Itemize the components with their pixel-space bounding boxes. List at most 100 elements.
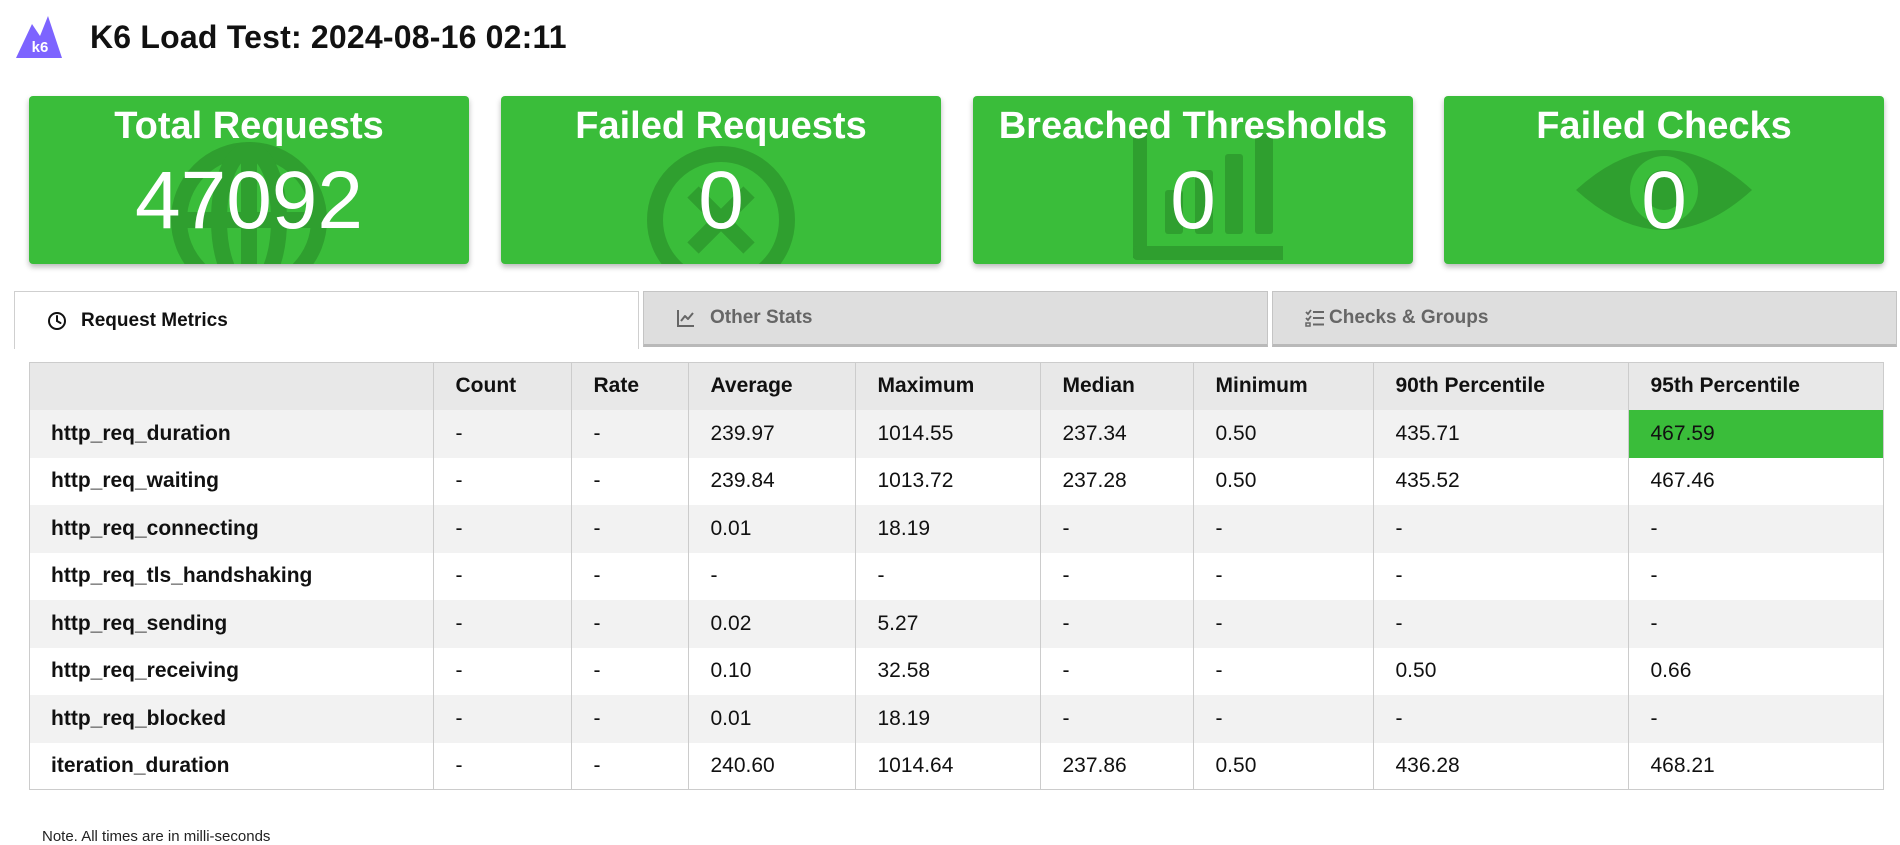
metric-name: http_req_blocked bbox=[29, 695, 434, 743]
metric-value: 0.50 bbox=[1193, 457, 1374, 505]
metric-value: 0.02 bbox=[688, 600, 856, 648]
metric-name: http_req_receiving bbox=[29, 647, 434, 695]
column-header-rate: Rate bbox=[571, 362, 689, 410]
metric-value: - bbox=[688, 552, 856, 600]
card-breached-thresholds: Breached Thresholds 0 bbox=[973, 96, 1413, 264]
metric-value: 240.60 bbox=[688, 742, 856, 790]
clock-icon bbox=[48, 311, 66, 330]
table-row: http_req_sending - -0.02 5.27- - - - bbox=[29, 600, 1884, 648]
metric-value: 468.21 bbox=[1628, 742, 1884, 790]
column-header-count: Count bbox=[433, 362, 572, 410]
tab-other-stats[interactable]: Other Stats bbox=[643, 291, 1268, 347]
line-chart-icon bbox=[677, 310, 694, 327]
metric-value: - bbox=[1040, 552, 1194, 600]
card-value: 47092 bbox=[134, 155, 364, 246]
card-value: 0 bbox=[698, 155, 744, 246]
metric-value: 0.50 bbox=[1193, 742, 1374, 790]
request-metrics-table: Count Rate Average Maximum Median Minimu… bbox=[29, 362, 1884, 790]
metric-name: http_req_tls_handshaking bbox=[29, 552, 434, 600]
metric-value: - bbox=[571, 410, 689, 458]
metric-value: 18.19 bbox=[855, 505, 1041, 553]
tab-request-metrics[interactable]: Request Metrics bbox=[14, 291, 639, 349]
metric-name: http_req_connecting bbox=[29, 505, 434, 553]
column-header-average: Average bbox=[688, 362, 856, 410]
metric-value: - bbox=[571, 457, 689, 505]
metric-value: - bbox=[433, 552, 572, 600]
metric-value: - bbox=[1193, 647, 1374, 695]
metric-value: - bbox=[1373, 695, 1629, 743]
metric-value: - bbox=[1628, 600, 1884, 648]
tab-bar: Request Metrics Other Stats Checks & Gro… bbox=[14, 291, 1897, 349]
metric-value: 435.71 bbox=[1373, 410, 1629, 458]
table-row: http_req_receiving - -0.10 32.58- -0.50 0.66 bbox=[29, 647, 1884, 695]
metric-value: - bbox=[433, 457, 572, 505]
metric-name: http_req_sending bbox=[29, 600, 434, 648]
metric-value: - bbox=[1628, 505, 1884, 553]
metric-value: - bbox=[571, 695, 689, 743]
metric-value: - bbox=[433, 647, 572, 695]
card-title: Breached Thresholds bbox=[998, 105, 1388, 147]
metric-value: 1014.64 bbox=[855, 742, 1041, 790]
page-header: k6 K6 Load Test: 2024-08-16 02:11 bbox=[14, 12, 567, 62]
metric-value: - bbox=[571, 647, 689, 695]
metric-value: - bbox=[433, 410, 572, 458]
metric-name: http_req_duration bbox=[29, 410, 434, 458]
metric-value: - bbox=[433, 505, 572, 553]
metric-value: - bbox=[571, 505, 689, 553]
metric-value: 18.19 bbox=[855, 695, 1041, 743]
metric-value: - bbox=[433, 695, 572, 743]
tab-label: Other Stats bbox=[710, 307, 813, 328]
page-title: K6 Load Test: 2024-08-16 02:11 bbox=[90, 18, 567, 55]
metric-value: - bbox=[1040, 600, 1194, 648]
column-header-median: Median bbox=[1040, 362, 1194, 410]
table-body: http_req_duration - -239.97 1014.55 237.34 0.… bbox=[29, 410, 1884, 790]
tab-label: Checks & Groups bbox=[1329, 307, 1489, 328]
table-row: http_req_connecting - -0.01 18.19- - - - bbox=[29, 505, 1884, 553]
metric-value: 237.86 bbox=[1040, 742, 1194, 790]
summary-cards: Total Requests 47092 Failed Requests 0 B… bbox=[29, 96, 1884, 264]
metric-value: 0.50 bbox=[1193, 410, 1374, 458]
metric-value: - bbox=[571, 742, 689, 790]
column-header-p90: 90th Percentile bbox=[1373, 362, 1629, 410]
metric-value: 237.28 bbox=[1040, 457, 1194, 505]
tab-label: Request Metrics bbox=[81, 309, 228, 331]
metric-value: - bbox=[433, 600, 572, 648]
metric-value: 239.97 bbox=[688, 410, 856, 458]
card-title: Failed Checks bbox=[1536, 105, 1792, 147]
column-header-minimum: Minimum bbox=[1193, 362, 1374, 410]
metric-value: - bbox=[1040, 695, 1194, 743]
metric-value: 0.50 bbox=[1373, 647, 1629, 695]
card-value: 0 bbox=[1170, 155, 1216, 246]
table-row: iteration_duration - -240.60 1014.64 237.86 0… bbox=[29, 742, 1884, 790]
metric-value: - bbox=[1193, 552, 1374, 600]
table-header-row: Count Rate Average Maximum Median Minimu… bbox=[29, 362, 1884, 410]
metric-value: 0.10 bbox=[688, 647, 856, 695]
metric-value: - bbox=[1193, 695, 1374, 743]
k6-logo-icon: k6 bbox=[16, 16, 62, 58]
metric-value: 0.01 bbox=[688, 695, 856, 743]
metric-name: iteration_duration bbox=[29, 742, 434, 790]
metric-value: - bbox=[571, 552, 689, 600]
metric-value: 0.66 bbox=[1628, 647, 1884, 695]
metric-value: 467.46 bbox=[1628, 457, 1884, 505]
column-header-maximum: Maximum bbox=[855, 362, 1041, 410]
metric-value: 5.27 bbox=[855, 600, 1041, 648]
tab-checks-groups[interactable]: Checks & Groups bbox=[1272, 291, 1897, 347]
table-row: http_req_tls_handshaking - - - - - - - - bbox=[29, 552, 1884, 600]
metric-value: 0.01 bbox=[688, 505, 856, 553]
table-row: http_req_duration - -239.97 1014.55 237.34 0.… bbox=[29, 410, 1884, 458]
metric-value: 1013.72 bbox=[855, 457, 1041, 505]
column-header bbox=[29, 362, 434, 410]
metric-value: - bbox=[1193, 600, 1374, 648]
metric-value: 237.34 bbox=[1040, 410, 1194, 458]
metric-value: 239.84 bbox=[688, 457, 856, 505]
metric-value: 1014.55 bbox=[855, 410, 1041, 458]
logo-text: k6 bbox=[32, 39, 49, 56]
table-row: http_req_blocked - -0.01 18.19- - - - bbox=[29, 695, 1884, 743]
card-value: 0 bbox=[1641, 155, 1687, 246]
metric-value: - bbox=[1193, 505, 1374, 553]
metric-value: - bbox=[1373, 600, 1629, 648]
metric-value: - bbox=[571, 600, 689, 648]
metric-value: - bbox=[1628, 552, 1884, 600]
metric-value: - bbox=[1373, 552, 1629, 600]
